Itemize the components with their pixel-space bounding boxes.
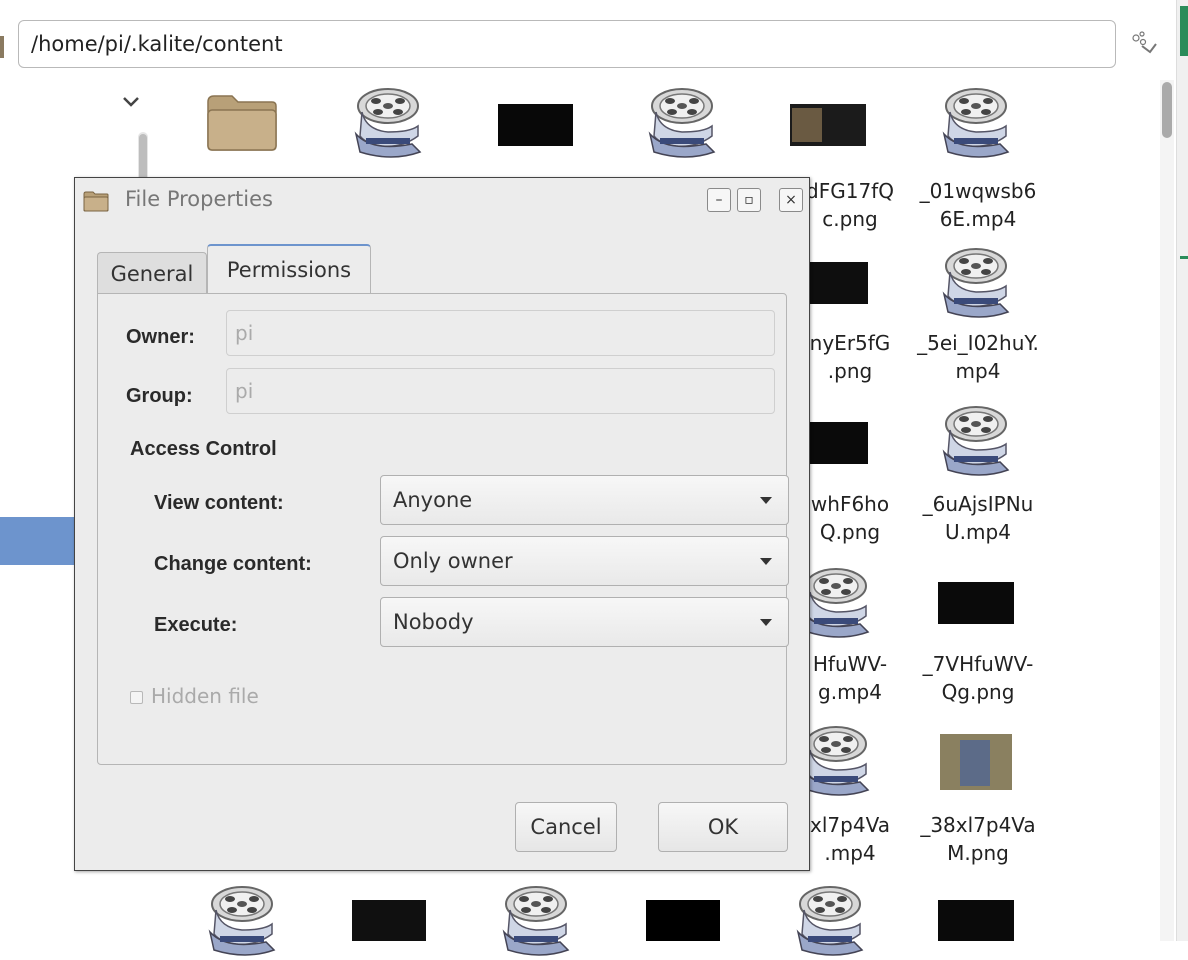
path-left-edge bbox=[0, 36, 4, 58]
chevron-down-icon[interactable] bbox=[118, 90, 144, 112]
execute-dropdown[interactable]: Nobody bbox=[380, 597, 789, 647]
change-content-value: Only owner bbox=[393, 549, 513, 573]
file-name-line: _38xl7p4Va bbox=[920, 813, 1036, 837]
file-properties-dialog: File Properties – ▫ × General Permission… bbox=[74, 177, 810, 871]
top-strip bbox=[0, 0, 1176, 8]
video-file-icon[interactable] bbox=[794, 884, 866, 960]
execute-label: Execute: bbox=[154, 614, 238, 636]
file-name-line: Qg.png bbox=[941, 680, 1015, 704]
file-name-line: _5ei_I02huY. bbox=[917, 331, 1039, 355]
video-file-icon[interactable] bbox=[800, 724, 872, 800]
group-label: Group: bbox=[126, 385, 193, 407]
dialog-titlebar[interactable]: File Properties – ▫ × bbox=[75, 178, 809, 224]
path-go-icon[interactable] bbox=[1126, 28, 1162, 60]
tab-permissions[interactable]: Permissions bbox=[207, 244, 371, 294]
video-file-icon[interactable] bbox=[940, 246, 1012, 322]
view-content-dropdown[interactable]: Anyone bbox=[380, 475, 789, 525]
file-name[interactable]: _7VHfuWV- Qg.png bbox=[903, 650, 1053, 706]
video-file-icon[interactable] bbox=[352, 86, 424, 162]
hidden-file-label: Hidden file bbox=[151, 684, 259, 708]
file-name[interactable]: _6uAjsIPNu U.mp4 bbox=[903, 490, 1053, 546]
view-content-value: Anyone bbox=[393, 488, 473, 512]
hidden-file-checkbox[interactable]: Hidden file bbox=[130, 684, 259, 708]
owner-label: Owner: bbox=[126, 326, 195, 348]
cancel-button[interactable]: Cancel bbox=[515, 802, 617, 852]
change-content-label: Change content: bbox=[154, 553, 312, 575]
file-name[interactable]: _01wqwsb6 6E.mp4 bbox=[903, 177, 1053, 233]
file-name-line: 6E.mp4 bbox=[939, 207, 1017, 231]
chevron-down-icon bbox=[760, 497, 772, 504]
checkbox-icon bbox=[130, 691, 143, 704]
change-content-dropdown[interactable]: Only owner bbox=[380, 536, 789, 586]
owner-field[interactable]: pi bbox=[226, 310, 775, 356]
image-thumbnail[interactable] bbox=[808, 422, 868, 464]
video-file-icon[interactable] bbox=[940, 404, 1012, 480]
file-name-line: M.png bbox=[947, 841, 1009, 865]
image-thumbnail[interactable] bbox=[808, 262, 868, 304]
video-file-icon[interactable] bbox=[206, 884, 278, 960]
location-bar[interactable]: /home/pi/.kalite/content bbox=[18, 20, 1116, 68]
dialog-title: File Properties bbox=[125, 187, 273, 211]
access-control-heading: Access Control bbox=[130, 438, 277, 460]
main-scrollbar[interactable] bbox=[1160, 80, 1174, 941]
sidebar-selected-item[interactable] bbox=[0, 517, 75, 565]
image-thumbnail[interactable] bbox=[940, 734, 1012, 790]
image-thumbnail[interactable] bbox=[352, 900, 426, 941]
folder-icon[interactable] bbox=[206, 92, 278, 158]
file-name-line: _7VHfuWV- bbox=[922, 652, 1034, 676]
file-name[interactable]: _5ei_I02huY. mp4 bbox=[903, 329, 1053, 385]
permissions-panel: Owner: pi Group: pi Access Control View … bbox=[97, 293, 789, 765]
image-thumbnail[interactable] bbox=[938, 582, 1014, 624]
video-file-icon[interactable] bbox=[646, 86, 718, 162]
view-content-label: View content: bbox=[154, 492, 284, 514]
edge-marker bbox=[1180, 256, 1188, 259]
execute-value: Nobody bbox=[393, 610, 474, 634]
video-file-icon[interactable] bbox=[500, 884, 572, 960]
file-name-line: U.mp4 bbox=[945, 520, 1011, 544]
chevron-down-icon bbox=[760, 558, 772, 565]
file-name-line: mp4 bbox=[955, 359, 1001, 383]
edge-marker bbox=[1180, 6, 1188, 56]
folder-icon bbox=[83, 190, 109, 212]
file-name-line: _6uAjsIPNu bbox=[922, 492, 1034, 516]
close-button[interactable]: × bbox=[779, 188, 803, 212]
image-thumbnail[interactable] bbox=[938, 900, 1014, 941]
minimize-button[interactable]: – bbox=[707, 188, 731, 212]
tab-general[interactable]: General bbox=[97, 252, 207, 294]
right-edge-panel bbox=[1176, 0, 1188, 941]
maximize-button[interactable]: ▫ bbox=[737, 188, 761, 212]
main-scrollbar-thumb[interactable] bbox=[1162, 82, 1172, 138]
image-thumbnail[interactable] bbox=[646, 900, 720, 941]
file-name[interactable]: _38xl7p4Va M.png bbox=[903, 811, 1053, 867]
video-file-icon[interactable] bbox=[800, 566, 872, 642]
video-file-icon[interactable] bbox=[940, 86, 1012, 162]
chevron-down-icon bbox=[760, 619, 772, 626]
file-name-line: _01wqwsb6 bbox=[919, 179, 1037, 203]
image-thumbnail[interactable] bbox=[790, 104, 866, 146]
ok-button[interactable]: OK bbox=[658, 802, 788, 852]
group-field[interactable]: pi bbox=[226, 368, 775, 414]
image-thumbnail[interactable] bbox=[498, 104, 573, 146]
